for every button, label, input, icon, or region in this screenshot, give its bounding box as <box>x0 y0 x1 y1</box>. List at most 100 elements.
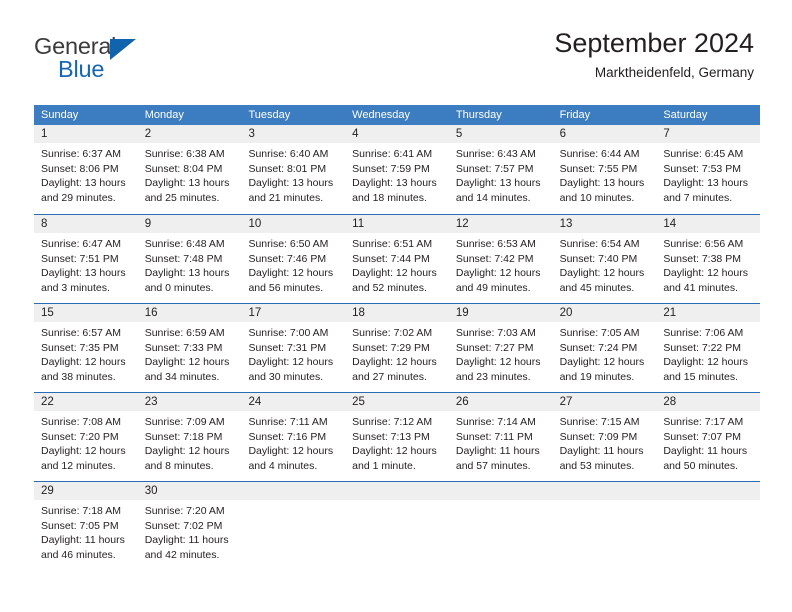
day-cell[interactable]: 16 Sunrise: 6:59 AM Sunset: 7:33 PM Dayl… <box>137 304 242 392</box>
day-cell[interactable]: 23 Sunrise: 7:09 AM Sunset: 7:18 PM Dayl… <box>137 393 242 481</box>
day-cell[interactable]: 15 Sunrise: 6:57 AM Sunset: 7:35 PM Dayl… <box>34 304 138 392</box>
day-details: Sunrise: 6:50 AM Sunset: 7:46 PM Dayligh… <box>241 233 345 295</box>
day-cell[interactable]: 25 Sunrise: 7:12 AM Sunset: 7:13 PM Dayl… <box>345 393 449 481</box>
day-cell[interactable]: 5 Sunrise: 6:43 AM Sunset: 7:57 PM Dayli… <box>448 125 553 214</box>
day-cell[interactable]: 3 Sunrise: 6:40 AM Sunset: 8:01 PM Dayli… <box>241 125 346 214</box>
daylight-line-1: Daylight: 12 hours <box>144 356 230 369</box>
day-cell[interactable]: 27 Sunrise: 7:15 AM Sunset: 7:09 PM Dayl… <box>552 393 657 481</box>
sunrise-line: Sunrise: 6:48 AM <box>144 238 225 250</box>
day-number: 27 <box>552 393 657 411</box>
daylight-line-2: and 56 minutes. <box>248 281 324 294</box>
sunrise-line: Sunrise: 6:45 AM <box>663 148 744 160</box>
day-cell[interactable]: 12 Sunrise: 6:53 AM Sunset: 7:42 PM Dayl… <box>448 215 553 303</box>
daylight-line-2: and 45 minutes. <box>559 281 635 294</box>
daylight-line-2: and 34 minutes. <box>144 370 220 383</box>
sunset-line: Sunset: 7:46 PM <box>248 252 327 265</box>
day-details: Sunrise: 6:56 AM Sunset: 7:38 PM Dayligh… <box>656 233 760 295</box>
daylight-line-2: and 49 minutes. <box>455 281 531 294</box>
daylight-line-2: and 1 minute. <box>352 459 416 472</box>
day-cell[interactable]: 1 Sunrise: 6:37 AM Sunset: 8:06 PM Dayli… <box>34 125 138 214</box>
daylight-line-1: Daylight: 12 hours <box>248 356 334 369</box>
day-cell[interactable]: 20 Sunrise: 7:05 AM Sunset: 7:24 PM Dayl… <box>552 304 657 392</box>
day-number: 13 <box>552 215 657 233</box>
day-number: 1 <box>34 125 138 143</box>
day-details: Sunrise: 6:38 AM Sunset: 8:04 PM Dayligh… <box>138 143 242 205</box>
sunset-line: Sunset: 7:51 PM <box>41 252 119 265</box>
day-cell[interactable]: 11 Sunrise: 6:51 AM Sunset: 7:44 PM Dayl… <box>345 215 449 303</box>
week-row: 22 Sunrise: 7:08 AM Sunset: 7:20 PM Dayl… <box>34 392 761 481</box>
day-cell[interactable]: 6 Sunrise: 6:44 AM Sunset: 7:55 PM Dayli… <box>552 125 657 214</box>
day-details: Sunrise: 7:17 AM Sunset: 7:07 PM Dayligh… <box>656 411 760 473</box>
daylight-line-1: Daylight: 12 hours <box>559 356 645 369</box>
day-details: Sunrise: 6:43 AM Sunset: 7:57 PM Dayligh… <box>449 143 553 205</box>
daylight-line-2: and 23 minutes. <box>455 370 531 383</box>
daylight-line-2: and 15 minutes. <box>663 370 739 383</box>
day-details: Sunrise: 6:59 AM Sunset: 7:33 PM Dayligh… <box>138 322 242 384</box>
day-cell[interactable]: 30 Sunrise: 7:20 AM Sunset: 7:02 PM Dayl… <box>137 482 242 570</box>
day-details: Sunrise: 6:40 AM Sunset: 8:01 PM Dayligh… <box>241 143 345 205</box>
general-blue-logo[interactable]: General Blue <box>34 33 214 89</box>
daylight-line-1: Daylight: 12 hours <box>455 267 541 280</box>
day-cell[interactable]: 26 Sunrise: 7:14 AM Sunset: 7:11 PM Dayl… <box>448 393 553 481</box>
day-cell[interactable]: 2 Sunrise: 6:38 AM Sunset: 8:04 PM Dayli… <box>137 125 242 214</box>
weekday-header-sunday: Sunday <box>41 109 79 121</box>
week-row: 8 Sunrise: 6:47 AM Sunset: 7:51 PM Dayli… <box>34 214 761 303</box>
sunset-line: Sunset: 7:44 PM <box>352 252 430 265</box>
sunset-line: Sunset: 7:31 PM <box>248 341 327 354</box>
day-cell[interactable]: 14 Sunrise: 6:56 AM Sunset: 7:38 PM Dayl… <box>656 215 761 303</box>
day-cell-empty <box>552 482 657 570</box>
day-number: 15 <box>34 304 138 322</box>
sunset-line: Sunset: 7:53 PM <box>663 162 741 175</box>
daylight-line-1: Daylight: 12 hours <box>663 356 748 369</box>
day-details: Sunrise: 6:54 AM Sunset: 7:40 PM Dayligh… <box>553 233 657 295</box>
day-number <box>241 482 346 500</box>
daylight-line-1: Daylight: 13 hours <box>144 267 230 280</box>
sunset-line: Sunset: 7:07 PM <box>663 430 741 443</box>
sunrise-line: Sunrise: 7:18 AM <box>41 505 121 517</box>
sunrise-line: Sunrise: 6:47 AM <box>41 238 121 250</box>
blue-triangle-icon <box>110 39 136 60</box>
day-details: Sunrise: 6:44 AM Sunset: 7:55 PM Dayligh… <box>553 143 657 205</box>
daylight-line-1: Daylight: 12 hours <box>41 445 126 458</box>
sunrise-line: Sunrise: 7:08 AM <box>41 416 121 428</box>
weekday-header-thursday: Thursday <box>455 109 502 121</box>
day-cell-empty <box>656 482 761 570</box>
day-cell[interactable]: 28 Sunrise: 7:17 AM Sunset: 7:07 PM Dayl… <box>656 393 761 481</box>
day-cell[interactable]: 8 Sunrise: 6:47 AM Sunset: 7:51 PM Dayli… <box>34 215 138 303</box>
sunset-line: Sunset: 7:16 PM <box>248 430 327 443</box>
sunset-line: Sunset: 8:04 PM <box>144 162 223 175</box>
daylight-line-1: Daylight: 12 hours <box>663 267 748 280</box>
day-cell[interactable]: 9 Sunrise: 6:48 AM Sunset: 7:48 PM Dayli… <box>137 215 242 303</box>
day-number: 19 <box>448 304 553 322</box>
sunrise-line: Sunrise: 7:09 AM <box>144 416 225 428</box>
day-details: Sunrise: 7:18 AM Sunset: 7:05 PM Dayligh… <box>34 500 138 562</box>
daylight-line-1: Daylight: 11 hours <box>455 445 540 458</box>
daylight-line-2: and 25 minutes. <box>144 191 220 204</box>
day-cell[interactable]: 29 Sunrise: 7:18 AM Sunset: 7:05 PM Dayl… <box>34 482 138 570</box>
sunset-line: Sunset: 7:55 PM <box>559 162 638 175</box>
day-number: 16 <box>137 304 242 322</box>
day-cell[interactable]: 24 Sunrise: 7:11 AM Sunset: 7:16 PM Dayl… <box>241 393 346 481</box>
daylight-line-1: Daylight: 11 hours <box>144 534 229 547</box>
daylight-line-1: Daylight: 13 hours <box>455 177 541 190</box>
weekday-header-wednesday: Wednesday <box>352 109 411 121</box>
day-cell[interactable]: 17 Sunrise: 7:00 AM Sunset: 7:31 PM Dayl… <box>241 304 346 392</box>
day-cell[interactable]: 7 Sunrise: 6:45 AM Sunset: 7:53 PM Dayli… <box>656 125 761 214</box>
day-cell[interactable]: 10 Sunrise: 6:50 AM Sunset: 7:46 PM Dayl… <box>241 215 346 303</box>
day-cell[interactable]: 13 Sunrise: 6:54 AM Sunset: 7:40 PM Dayl… <box>552 215 657 303</box>
day-cell[interactable]: 21 Sunrise: 7:06 AM Sunset: 7:22 PM Dayl… <box>656 304 761 392</box>
daylight-line-2: and 0 minutes. <box>144 281 214 294</box>
day-number: 22 <box>34 393 138 411</box>
day-cell[interactable]: 18 Sunrise: 7:02 AM Sunset: 7:29 PM Dayl… <box>345 304 449 392</box>
day-cell[interactable]: 22 Sunrise: 7:08 AM Sunset: 7:20 PM Dayl… <box>34 393 138 481</box>
daylight-line-2: and 19 minutes. <box>559 370 635 383</box>
sunrise-line: Sunrise: 7:15 AM <box>559 416 640 428</box>
day-details: Sunrise: 7:02 AM Sunset: 7:29 PM Dayligh… <box>345 322 449 384</box>
daylight-line-1: Daylight: 13 hours <box>352 177 437 190</box>
page-title: September 2024 <box>554 28 754 58</box>
day-cell[interactable]: 4 Sunrise: 6:41 AM Sunset: 7:59 PM Dayli… <box>345 125 449 214</box>
day-cell[interactable]: 19 Sunrise: 7:03 AM Sunset: 7:27 PM Dayl… <box>448 304 553 392</box>
day-number: 7 <box>656 125 761 143</box>
day-details: Sunrise: 7:15 AM Sunset: 7:09 PM Dayligh… <box>553 411 657 473</box>
sunset-line: Sunset: 7:22 PM <box>663 341 741 354</box>
